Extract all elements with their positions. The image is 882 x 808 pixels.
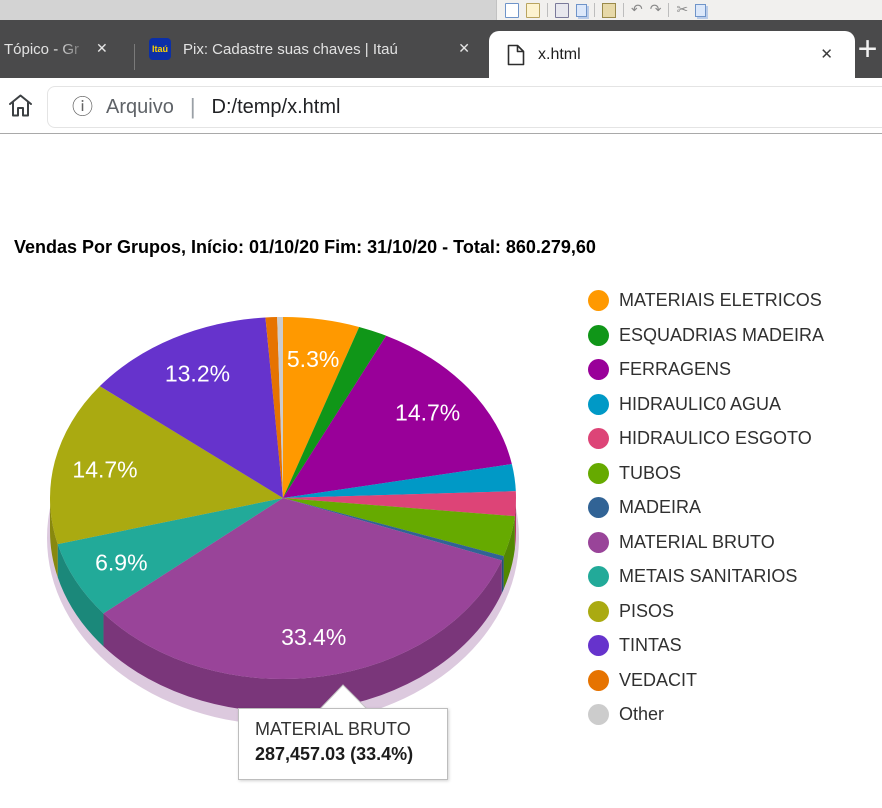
tab-title: Tópico - Gr [4,40,80,58]
address-url: D:/temp/x.html [211,95,341,118]
legend-swatch [588,290,609,311]
legend-item-TUBOS[interactable]: TUBOS [588,462,824,484]
legend-swatch [588,704,609,725]
legend-label: TINTAS [619,635,682,655]
toolbar-separator [547,3,548,17]
legend-label: MATERIAIS ELETRICOS [619,290,822,310]
close-tab-icon[interactable]: ✕ [816,43,837,66]
pie-slice-side-MADEIRA [501,556,504,594]
legend-item-PISOS[interactable]: PISOS [588,600,824,622]
legend-swatch [588,669,609,691]
tooltip-slice-value: 287,457.03 (33.4%) [255,744,414,764]
legend-label: MADEIRA [619,497,702,517]
legend-swatch [588,600,609,622]
legend-swatch [588,566,609,587]
pie-percent-label: 5.3% [287,346,339,372]
tooltip-slice-name: MATERIAL BRUTO [255,719,411,739]
redo-icon[interactable]: ↷ [650,2,662,18]
browser-tab-bar: Tópico - Gr ✕ Itaú Pix: Cadastre suas ch… [0,20,882,78]
tab-pix-itau[interactable]: Itaú Pix: Cadastre suas chaves | Itaú ✕ [136,20,486,78]
toolbar-separator [594,3,595,17]
legend-item-HIDRAULICO ESGOTO[interactable]: HIDRAULICO ESGOTO [588,428,824,449]
tab-title: x.html [538,45,581,63]
legend-swatch [588,324,609,346]
address-scheme-label: Arquivo [106,95,174,118]
pie-percent-label: 14.7% [72,456,137,482]
tab-topico[interactable]: Tópico - Gr ✕ [0,20,134,78]
legend-item-FERRAGENS[interactable]: FERRAGENS [588,359,824,380]
legend-label: TUBOS [619,462,682,483]
copy-icon[interactable] [576,3,587,17]
paste-icon[interactable] [602,2,616,18]
tab-title: Pix: Cadastre suas chaves | Itaú [183,40,398,58]
chart-tooltip: MATERIAL BRUTO 287,457.03 (33.4%) [238,708,448,780]
legend-swatch [588,462,609,484]
legend-label: VEDACIT [619,669,698,690]
tab-divider [134,44,135,70]
legend-label: HIDRAULIC0 AGUA [619,393,782,414]
legend-item-MADEIRA[interactable]: MADEIRA [588,497,824,518]
legend-label: PISOS [619,600,675,621]
info-icon[interactable]: ⓘ [72,96,93,118]
page-content: 5.3% 14.7% 33.4% 6.9% 14.7% 13.2% Vendas Por … [0,135,882,808]
close-tab-icon[interactable]: ✕ [92,38,112,60]
new-tab-button[interactable]: + [853,20,882,78]
legend-item-TINTAS[interactable]: TINTAS [588,635,824,656]
legend-item-ESQUADRIAS MADEIRA[interactable]: ESQUADRIAS MADEIRA [588,324,825,346]
undo-icon[interactable]: ↶ [631,2,643,18]
screen: ↶ ↷ ✂ Tópico - Gr ✕ Itaú Pix: Cadastre s… [0,0,882,808]
legend-item-Other[interactable]: Other [588,704,824,725]
pie-percent-label: 6.9% [95,549,147,575]
background-app-toolbar: ↶ ↷ ✂ [496,0,882,20]
document-icon [507,44,525,65]
legend-swatch [588,635,609,656]
legend-item-HIDRAULIC0 AGUA[interactable]: HIDRAULIC0 AGUA [588,393,824,415]
itau-favicon: Itaú [149,38,171,60]
chart-title: Vendas Por Grupos, Início: 01/10/20 Fim:… [14,237,596,257]
save-icon[interactable] [555,2,569,18]
background-app-strip: ↶ ↷ ✂ [0,0,882,20]
legend-item-VEDACIT[interactable]: VEDACIT [588,669,824,691]
legend-label: HIDRAULICO ESGOTO [619,428,812,448]
address-bar: ⓘ Arquivo | D:/temp/x.html [0,78,882,134]
legend-label: MATERIAL BRUTO [619,531,775,552]
pie-percent-label: 13.2% [165,360,230,386]
new-document-icon[interactable] [505,2,519,18]
toolbar-separator [668,3,670,17]
legend-label: METAIS SANITARIOS [619,566,798,586]
open-document-icon[interactable] [526,2,540,18]
legend-item-MATERIAL BRUTO[interactable]: MATERIAL BRUTO [588,531,824,553]
tab-xhtml-active[interactable]: x.html ✕ [489,31,855,78]
legend-item-MATERIAIS ELETRICOS[interactable]: MATERIAIS ELETRICOS [588,290,824,311]
legend-swatch [588,428,609,449]
toolbar-separator [623,3,624,17]
pie-percent-label: 33.4% [281,624,346,650]
legend-label: Other [619,704,665,724]
legend-swatch [588,531,609,553]
clipboard-icon[interactable] [695,3,707,17]
close-tab-icon[interactable]: ✕ [454,38,474,60]
legend-swatch [588,359,609,380]
home-icon[interactable] [7,92,34,119]
legend-item-METAIS SANITARIOS[interactable]: METAIS SANITARIOS [588,566,824,587]
legend-label: ESQUADRIAS MADEIRA [619,324,825,345]
legend-label: FERRAGENS [619,359,732,379]
address-separator: | [189,94,196,119]
cut-icon[interactable]: ✂ [676,2,688,18]
address-field[interactable]: ⓘ Arquivo | D:/temp/x.html [47,86,882,128]
legend-swatch [588,497,609,518]
chart-legend: MATERIAIS ELETRICOS ESQUADRIAS MADEIRA FER… [588,290,824,739]
pie-percent-label: 14.7% [395,400,460,426]
legend-swatch [588,393,609,415]
